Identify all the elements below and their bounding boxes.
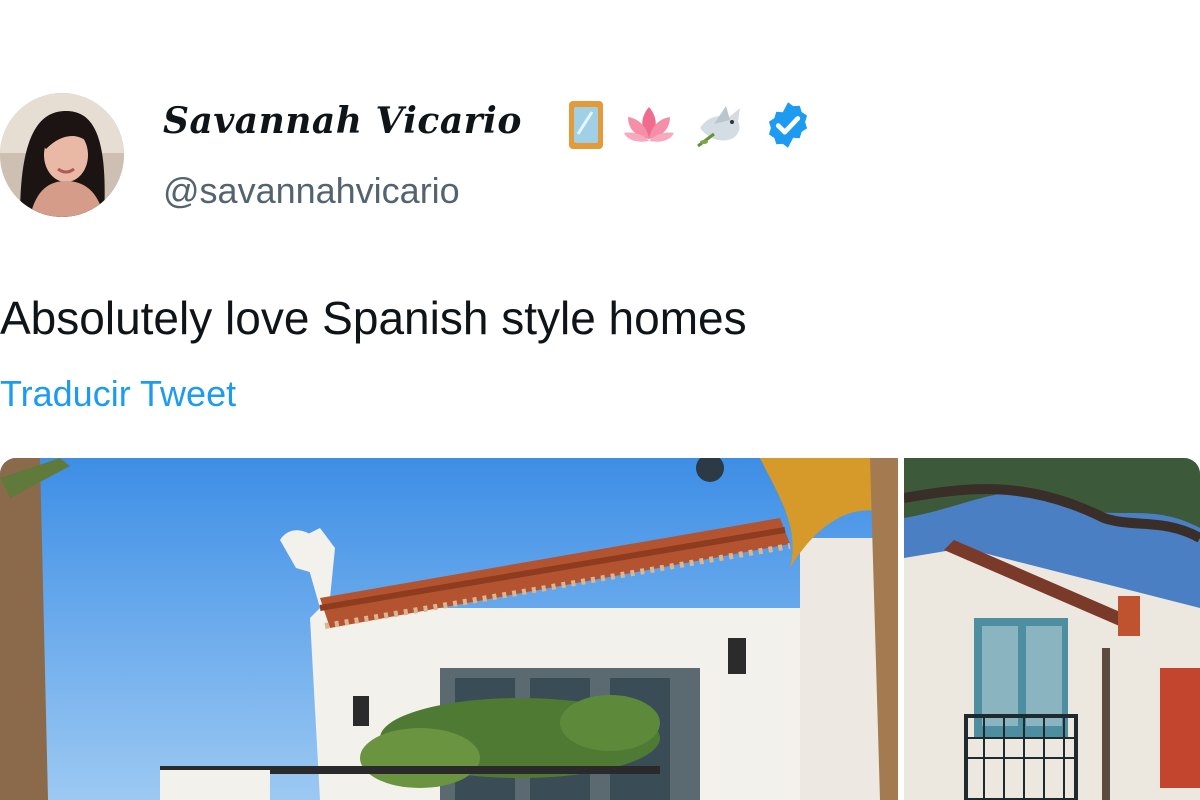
author-avatar[interactable] — [0, 93, 124, 217]
dove-icon — [692, 98, 748, 152]
lotus-icon — [620, 103, 678, 147]
author-handle[interactable]: @savannahvicario — [163, 170, 460, 212]
author-display-name[interactable]: Savannah Vicario — [163, 100, 522, 142]
verified-icon — [762, 99, 814, 151]
photo-spanish-house-balcony[interactable] — [904, 458, 1200, 800]
author-badges — [566, 98, 814, 152]
tweet-media — [0, 458, 1200, 800]
photo-spanish-house[interactable] — [0, 458, 898, 800]
translate-tweet-link[interactable]: Traducir Tweet — [0, 373, 236, 415]
mirror-icon — [566, 98, 606, 152]
tweet-text: Absolutely love Spanish style homes — [0, 292, 747, 344]
